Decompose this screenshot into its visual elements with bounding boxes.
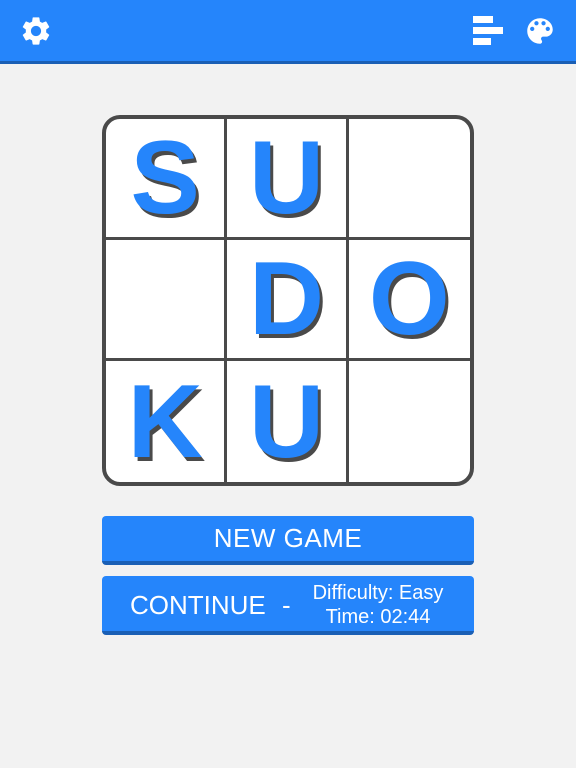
continue-separator: - [282,590,291,620]
board-cell: K [106,361,228,482]
difficulty-text: Difficulty: Easy [312,582,444,604]
top-app-bar [0,0,576,64]
board-cell [348,119,470,240]
time-text: Time: 02:44 [325,606,431,628]
board-cell [349,361,470,482]
board-cell: S [106,119,228,240]
settings-button[interactable] [16,11,56,51]
new-game-button[interactable]: NEW GAME [102,516,474,565]
board-cell [106,240,228,361]
gear-icon [22,17,50,45]
saved-game-info: Difficulty: Easy Time: 02:44 [302,581,454,629]
board-cell: U [227,361,349,482]
board-cell: U [227,119,349,240]
continue-button[interactable]: CONTINUE - Difficulty: Easy Time: 02:44 [102,576,474,635]
theme-button[interactable] [520,11,560,51]
bar-chart-icon [473,16,503,45]
board-cell: D [227,240,349,361]
board-cell: O [348,240,470,361]
continue-label: CONTINUE [130,590,266,620]
palette-icon [527,18,553,44]
statistics-button[interactable] [468,11,508,51]
sudoku-logo-board: S U D O K U [102,115,474,486]
